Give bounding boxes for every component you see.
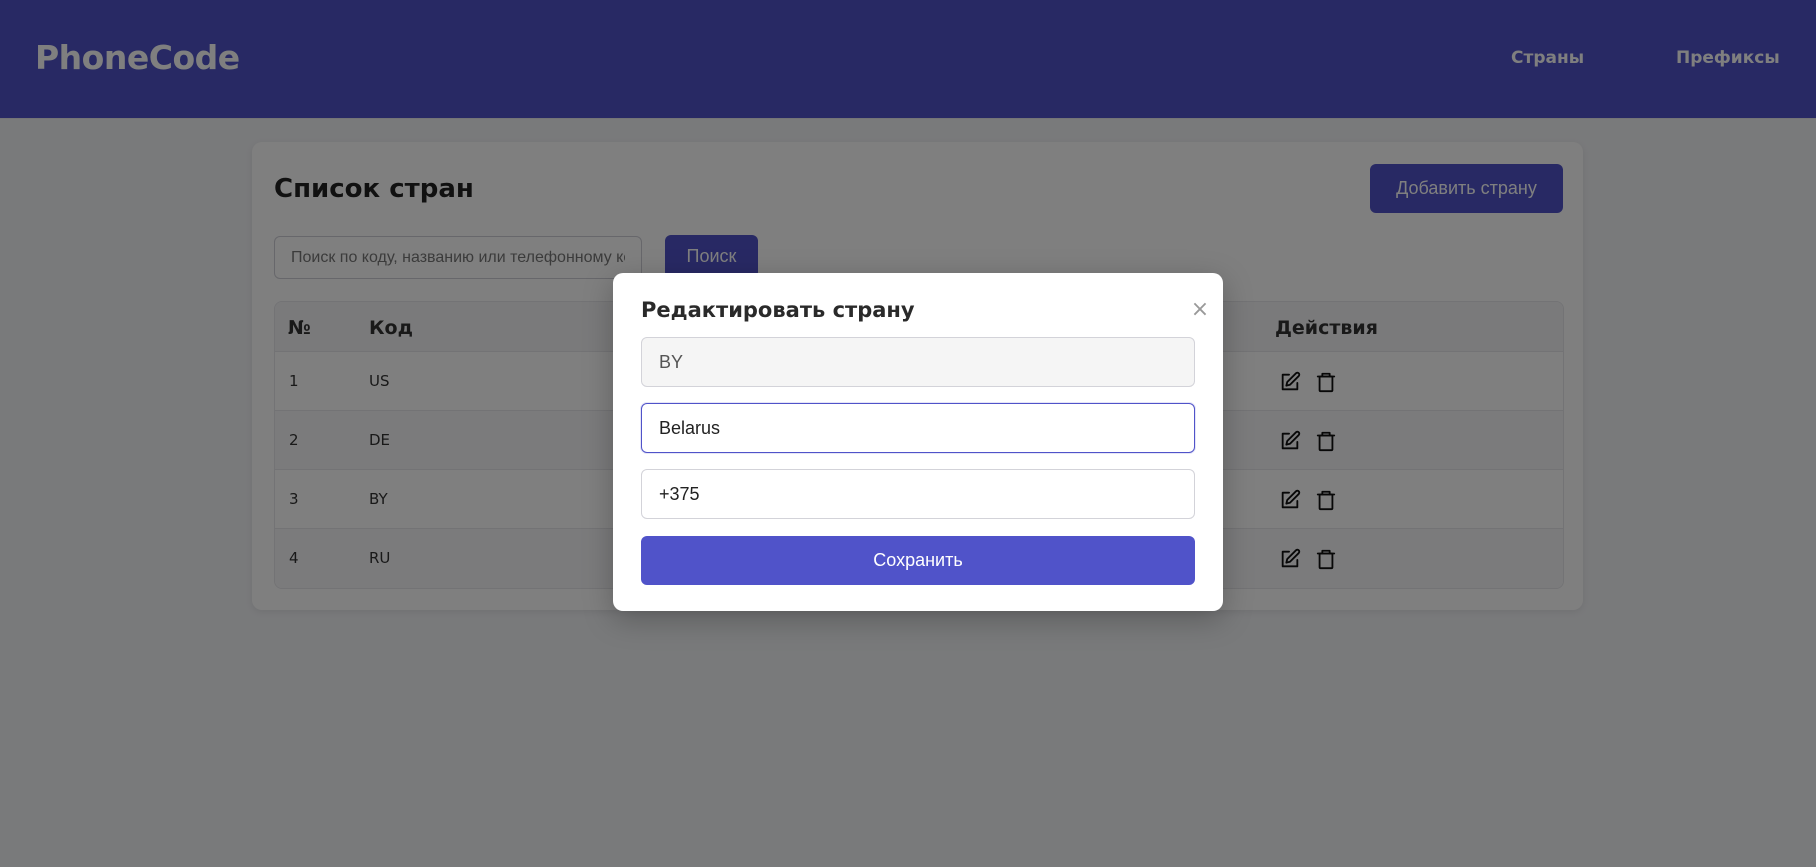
save-button[interactable]: Сохранить bbox=[641, 536, 1195, 585]
close-icon[interactable]: × bbox=[1189, 299, 1211, 321]
modal-title: Редактировать страну bbox=[641, 298, 915, 322]
country-code-field[interactable] bbox=[641, 337, 1195, 387]
country-name-field[interactable] bbox=[641, 403, 1195, 453]
edit-country-modal: Редактировать страну × Сохранить bbox=[613, 273, 1223, 611]
phone-code-field[interactable] bbox=[641, 469, 1195, 519]
